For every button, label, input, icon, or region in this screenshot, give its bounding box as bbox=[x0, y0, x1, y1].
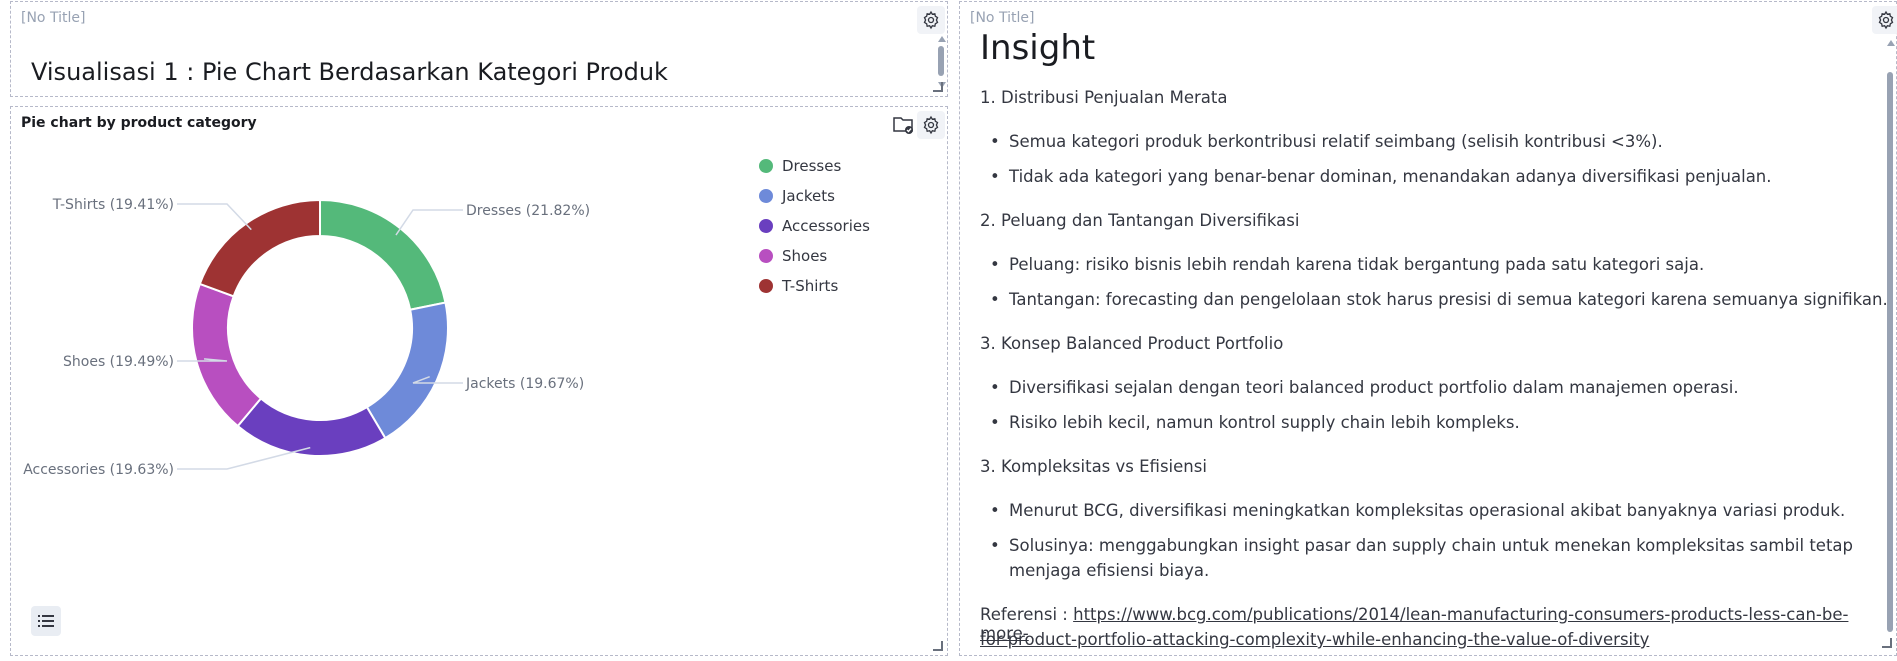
legend-swatch bbox=[759, 189, 773, 203]
pie-slice-t-shirts[interactable] bbox=[198, 198, 321, 298]
slice-label: Shoes (19.49%) bbox=[63, 354, 174, 370]
resize-handle[interactable] bbox=[1882, 638, 1892, 648]
slice-label: T-Shirts (19.41%) bbox=[52, 197, 174, 213]
scrollbar[interactable] bbox=[1886, 60, 1894, 648]
gear-icon[interactable] bbox=[917, 6, 945, 34]
chart-panel: Pie chart by product category Dresses (2… bbox=[10, 106, 948, 656]
list-item: Risiko lebih kecil, namun kontrol supply… bbox=[980, 413, 1520, 432]
list-item: Semua kategori produk berkontribusi rela… bbox=[980, 132, 1663, 151]
list-item-continuation: menjaga efisiensi biaya. bbox=[1009, 561, 1210, 580]
legend-swatch bbox=[759, 159, 773, 173]
insight-heading: Insight bbox=[980, 28, 1096, 68]
legend-swatch bbox=[759, 279, 773, 293]
legend-swatch bbox=[759, 249, 773, 263]
legend-label: Accessories bbox=[782, 217, 870, 235]
list-item: Menurut BCG, diversifikasi meningkatkan … bbox=[980, 501, 1845, 520]
insight-panel: [No Title] Insight 1. Distribusi Penjual… bbox=[959, 1, 1897, 656]
legend-label: Dresses bbox=[782, 157, 842, 175]
list-item: Solusinya: menggabungkan insight pasar d… bbox=[980, 536, 1853, 555]
section-title: 1. Distribusi Penjualan Merata bbox=[980, 88, 1228, 107]
pie-slice-accessories[interactable] bbox=[236, 397, 387, 457]
resize-handle[interactable] bbox=[933, 641, 943, 651]
legend-label: T-Shirts bbox=[782, 277, 839, 295]
section-title: 3. Kompleksitas vs Efisiensi bbox=[980, 457, 1207, 476]
reference-link-continuation: for-product-portfolio-attacking-complexi… bbox=[980, 630, 1649, 649]
legend-swatch bbox=[759, 219, 773, 233]
gear-icon[interactable] bbox=[1872, 6, 1897, 34]
page-title: Visualisasi 1 : Pie Chart Berdasarkan Ka… bbox=[31, 58, 668, 86]
list-item: Tidak ada kategori yang benar-benar domi… bbox=[980, 167, 1772, 186]
slice-label: Jackets (19.67%) bbox=[465, 376, 584, 392]
legend-item[interactable]: T-Shirts bbox=[759, 271, 870, 301]
title-panel: [No Title] Visualisasi 1 : Pie Chart Ber… bbox=[10, 1, 948, 97]
reference-label: Referensi : bbox=[980, 605, 1074, 624]
legend-label: Shoes bbox=[782, 247, 828, 265]
reference-link[interactable]: for-product-portfolio-attacking-complexi… bbox=[980, 630, 1649, 649]
scrollbar[interactable] bbox=[937, 46, 945, 76]
section-title: 2. Peluang dan Tantangan Diversifikasi bbox=[980, 211, 1300, 230]
pie-slice-shoes[interactable] bbox=[191, 282, 263, 428]
folder-check-icon[interactable] bbox=[891, 112, 917, 138]
list-icon[interactable] bbox=[31, 606, 61, 636]
legend-item[interactable]: Dresses bbox=[759, 151, 870, 181]
chart-legend: Dresses Jackets Accessories Shoes T-Shirts bbox=[759, 151, 870, 301]
slice-label: Dresses (21.82%) bbox=[466, 203, 590, 219]
leader-line bbox=[177, 203, 252, 231]
slice-label: Accessories (19.63%) bbox=[23, 462, 174, 478]
pie-slice-dresses[interactable] bbox=[319, 198, 447, 311]
legend-item[interactable]: Accessories bbox=[759, 211, 870, 241]
list-item: Diversifikasi sejalan dengan teori balan… bbox=[980, 378, 1739, 397]
list-item: Tantangan: forecasting dan pengelolaan s… bbox=[980, 290, 1888, 309]
leader-line bbox=[395, 209, 463, 236]
resize-handle[interactable] bbox=[933, 82, 943, 92]
legend-item[interactable]: Jackets bbox=[759, 181, 870, 211]
panel-header: [No Title] bbox=[21, 10, 86, 26]
scroll-up-icon[interactable] bbox=[1887, 40, 1895, 46]
list-item: Peluang: risiko bisnis lebih rendah kare… bbox=[980, 255, 1704, 274]
pie-slice-jackets[interactable] bbox=[365, 301, 449, 440]
legend-label: Jackets bbox=[782, 187, 835, 205]
panel-header: [No Title] bbox=[970, 10, 1035, 26]
gear-icon[interactable] bbox=[917, 111, 945, 139]
section-title: 3. Konsep Balanced Product Portfolio bbox=[980, 334, 1284, 353]
scroll-up-icon[interactable] bbox=[938, 36, 946, 42]
donut-chart[interactable]: Dresses (21.82%) Jackets (19.67%) Accessor… bbox=[11, 107, 751, 655]
legend-item[interactable]: Shoes bbox=[759, 241, 870, 271]
